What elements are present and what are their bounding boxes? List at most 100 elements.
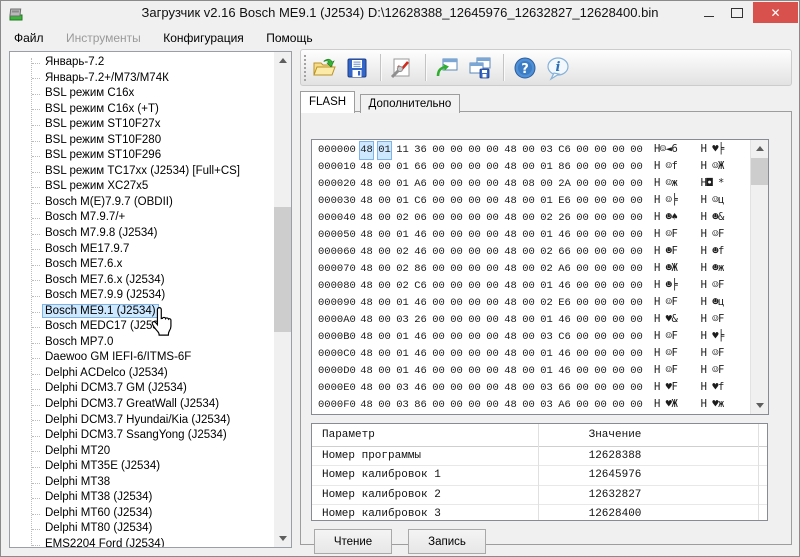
hex-byte-cell[interactable]: 66 xyxy=(558,380,571,397)
tree-item[interactable]: BSL режим XC27x5 xyxy=(10,179,274,195)
hex-row[interactable]: 000020480001A6000000004808002A00000000H … xyxy=(312,175,751,192)
hex-byte-cell[interactable]: 00 xyxy=(594,312,607,329)
hex-byte-cell[interactable]: 00 xyxy=(576,278,589,295)
hex-byte-cell[interactable]: 00 xyxy=(378,227,391,244)
hex-byte-cell[interactable]: 00 xyxy=(450,261,463,278)
hex-byte-cell[interactable]: 00 xyxy=(612,380,625,397)
hex-byte-cell[interactable]: 00 xyxy=(486,312,499,329)
hex-byte-cell[interactable]: 00 xyxy=(468,346,481,363)
hex-byte-cell[interactable]: 46 xyxy=(414,329,427,346)
hex-byte-cell[interactable]: 00 xyxy=(576,363,589,380)
hex-byte-cell[interactable]: 48 xyxy=(504,210,517,227)
hex-byte-cell[interactable]: 26 xyxy=(558,210,571,227)
hex-byte-cell[interactable]: 02 xyxy=(540,244,553,261)
hex-byte-cell[interactable]: 01 xyxy=(396,363,409,380)
hex-byte-cell[interactable]: 02 xyxy=(396,278,409,295)
hex-byte-cell[interactable]: 00 xyxy=(612,142,625,159)
hex-byte-cell[interactable]: 02 xyxy=(396,210,409,227)
hex-byte-cell[interactable]: 48 xyxy=(360,142,373,159)
hex-byte-cell[interactable]: 00 xyxy=(522,312,535,329)
hex-byte-cell[interactable]: 00 xyxy=(630,278,643,295)
hex-byte-cell[interactable]: 00 xyxy=(594,193,607,210)
tree-item[interactable]: BSL режим ST10F280 xyxy=(10,133,274,149)
hex-byte-cell[interactable]: 00 xyxy=(450,176,463,193)
hex-row[interactable]: 0000704800028600000000480002A600000000H … xyxy=(312,260,751,277)
tree-item[interactable]: Delphi MT38 (J2534) xyxy=(10,490,274,506)
hex-byte-cell[interactable]: 86 xyxy=(414,261,427,278)
save-file-button[interactable] xyxy=(342,53,372,83)
tree-item[interactable]: Delphi MT60 (J2534) xyxy=(10,506,274,522)
hex-byte-cell[interactable]: 48 xyxy=(504,261,517,278)
hex-byte-cell[interactable]: 03 xyxy=(396,397,409,414)
hex-byte-cell[interactable]: 00 xyxy=(612,261,625,278)
hex-byte-cell[interactable]: 26 xyxy=(414,312,427,329)
hex-byte-cell[interactable]: 00 xyxy=(522,295,535,312)
hex-byte-cell[interactable]: 00 xyxy=(378,380,391,397)
hex-byte-cell[interactable]: 46 xyxy=(414,380,427,397)
tree-item[interactable]: BSL режим ST10F296 xyxy=(10,148,274,164)
hex-byte-cell[interactable]: 01 xyxy=(540,193,553,210)
hex-byte-cell[interactable]: 46 xyxy=(558,278,571,295)
tree-item[interactable]: Delphi MT38 xyxy=(10,475,274,491)
hex-row[interactable]: 0000C048000146000000004800014600000000H … xyxy=(312,345,751,362)
hex-byte-cell[interactable]: 00 xyxy=(630,346,643,363)
hex-byte-cell[interactable]: 00 xyxy=(486,176,499,193)
hex-byte-cell[interactable]: 00 xyxy=(522,380,535,397)
tree-item[interactable]: Bosch ME7.9.9 (J2534) xyxy=(10,288,274,304)
hex-byte-cell[interactable]: 48 xyxy=(504,312,517,329)
hex-byte-cell[interactable]: 00 xyxy=(432,142,445,159)
hex-byte-cell[interactable]: 46 xyxy=(414,227,427,244)
hex-byte-cell[interactable]: 00 xyxy=(630,329,643,346)
hex-byte-cell[interactable]: 00 xyxy=(468,278,481,295)
hex-byte-cell[interactable]: 00 xyxy=(576,380,589,397)
hex-byte-cell[interactable]: 00 xyxy=(450,142,463,159)
hex-byte-cell[interactable]: 00 xyxy=(612,227,625,244)
hex-byte-cell[interactable]: 48 xyxy=(504,227,517,244)
hex-byte-cell[interactable]: 00 xyxy=(432,295,445,312)
tree-item[interactable]: BSL режим TC17xx (J2534) [Full+CS] xyxy=(10,164,274,180)
hex-byte-cell[interactable]: 46 xyxy=(414,244,427,261)
tree-item[interactable]: Bosch MP7.0 xyxy=(10,335,274,351)
hex-byte-cell[interactable]: 01 xyxy=(396,159,409,176)
hex-byte-cell[interactable]: 00 xyxy=(378,210,391,227)
hex-byte-cell[interactable]: 00 xyxy=(432,363,445,380)
hex-byte-cell[interactable]: 00 xyxy=(522,193,535,210)
hex-byte-cell[interactable]: 00 xyxy=(486,329,499,346)
hex-byte-cell[interactable]: 48 xyxy=(360,159,373,176)
hex-byte-cell[interactable]: 00 xyxy=(378,312,391,329)
hex-byte-cell[interactable]: 00 xyxy=(630,244,643,261)
hex-byte-cell[interactable]: 01 xyxy=(540,227,553,244)
minimize-button[interactable] xyxy=(697,1,721,24)
hex-byte-cell[interactable]: 46 xyxy=(414,363,427,380)
tree-item[interactable]: Bosch ME9.1 (J2534) xyxy=(10,304,274,320)
toolbar-grip[interactable] xyxy=(304,55,306,81)
hex-byte-cell[interactable]: 00 xyxy=(450,363,463,380)
read-ecu-button[interactable] xyxy=(432,53,462,83)
hex-byte-cell[interactable]: 00 xyxy=(630,397,643,414)
hex-byte-cell[interactable]: 00 xyxy=(378,278,391,295)
hex-byte-cell[interactable]: 03 xyxy=(540,329,553,346)
hex-byte-cell[interactable]: 00 xyxy=(576,159,589,176)
hex-byte-cell[interactable]: 48 xyxy=(360,346,373,363)
hex-byte-cell[interactable]: 01 xyxy=(540,159,553,176)
tree-item[interactable]: Delphi MT35E (J2534) xyxy=(10,459,274,475)
maximize-button[interactable] xyxy=(725,1,749,24)
hex-scrollbar[interactable] xyxy=(750,140,768,414)
hex-byte-cell[interactable]: 00 xyxy=(522,227,535,244)
hex-scrollbar-thumb[interactable] xyxy=(751,158,768,185)
hex-byte-cell[interactable]: 01 xyxy=(396,346,409,363)
hex-byte-cell[interactable]: 48 xyxy=(504,397,517,414)
tree-item[interactable]: Daewoo GM IEFI-6/ITMS-6F xyxy=(10,350,274,366)
hex-byte-cell[interactable]: 01 xyxy=(396,227,409,244)
hex-byte-cell[interactable]: 48 xyxy=(360,363,373,380)
hex-byte-cell[interactable]: 48 xyxy=(504,193,517,210)
hex-byte-cell[interactable]: 00 xyxy=(594,380,607,397)
hex-row[interactable]: 0000004801113600000000480003C600000000H☺… xyxy=(312,141,751,158)
hex-byte-cell[interactable]: 01 xyxy=(396,295,409,312)
hex-byte-cell[interactable]: 00 xyxy=(630,380,643,397)
hex-byte-cell[interactable]: 01 xyxy=(540,363,553,380)
hex-byte-cell[interactable]: 00 xyxy=(450,210,463,227)
hex-byte-cell[interactable]: 00 xyxy=(468,227,481,244)
hex-byte-cell[interactable]: 86 xyxy=(414,397,427,414)
hex-byte-cell[interactable]: 00 xyxy=(468,159,481,176)
